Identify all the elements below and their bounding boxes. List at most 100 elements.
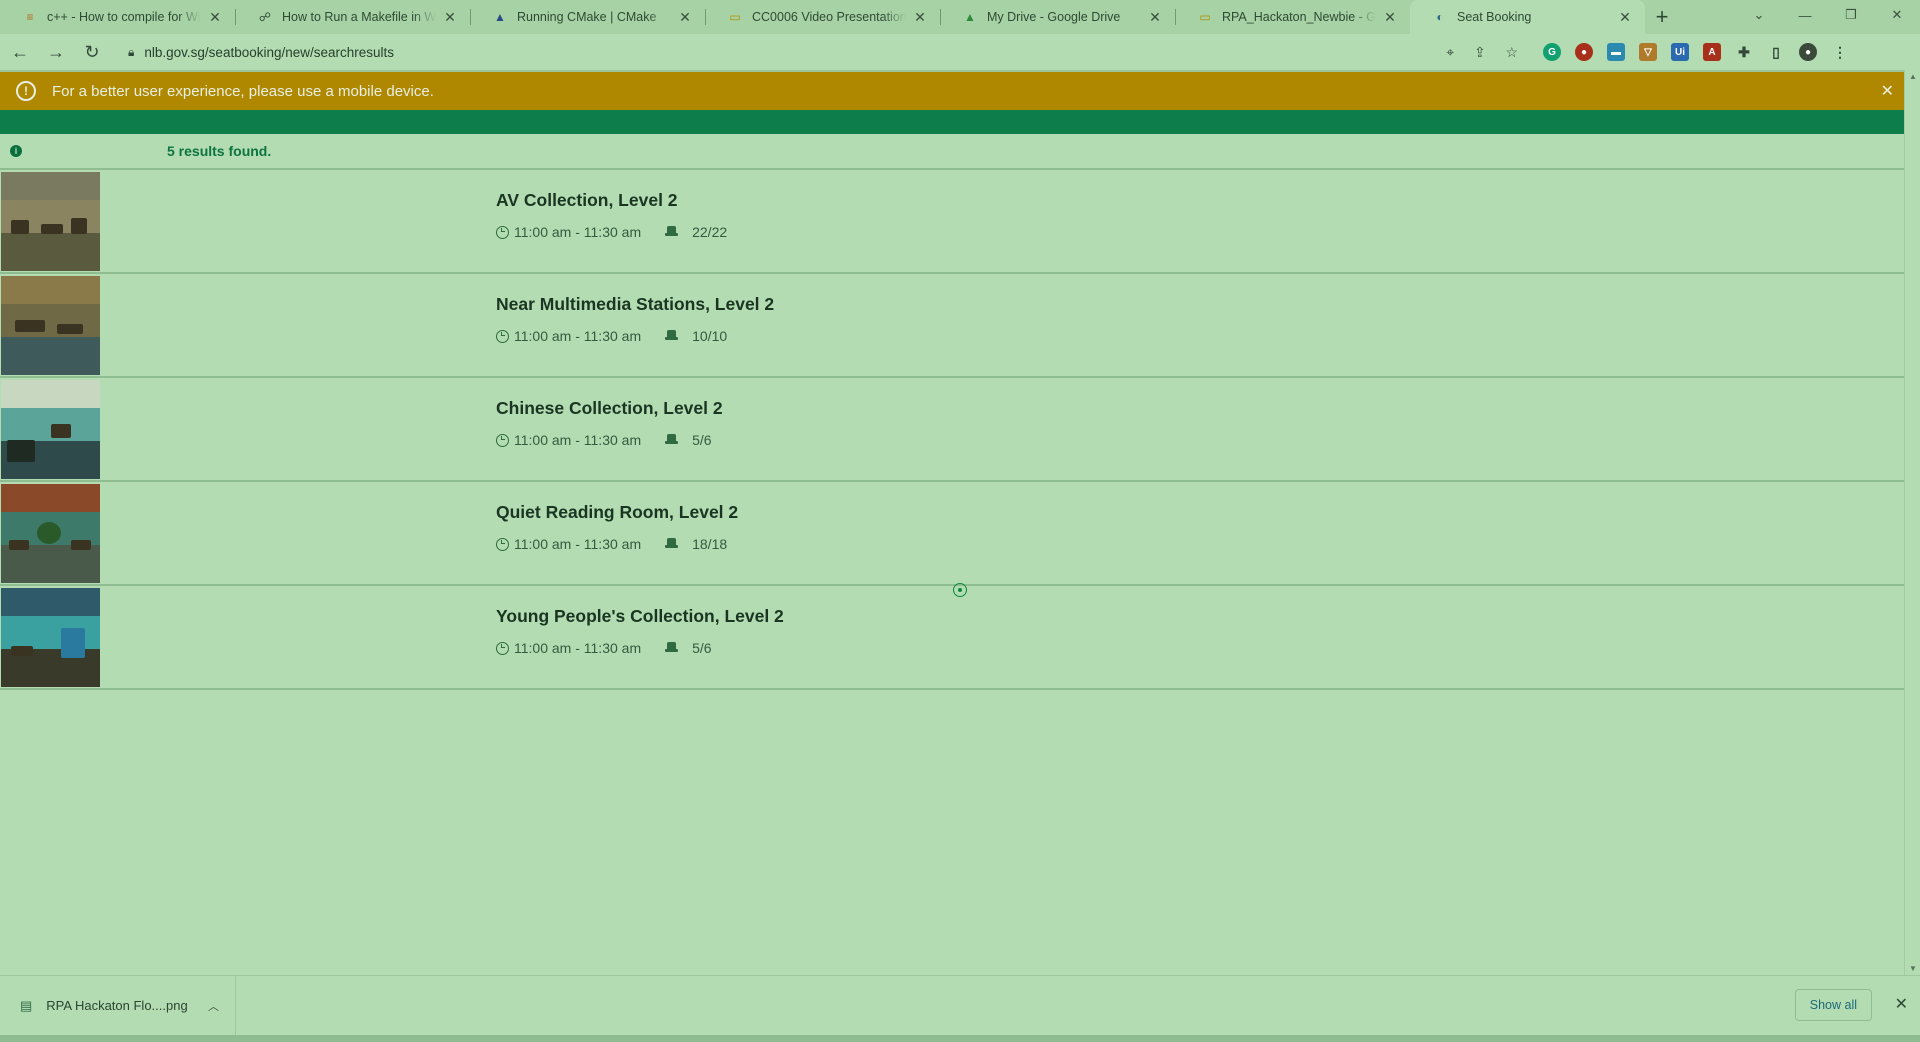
tab-close-icon[interactable]: ✕: [1617, 9, 1633, 25]
clock-icon: [496, 329, 509, 343]
tab-title: c++ - How to compile for Windo: [47, 10, 201, 24]
show-all-button[interactable]: Show all: [1794, 989, 1872, 1021]
close-window-button[interactable]: ✕: [1874, 7, 1920, 23]
tab-item[interactable]: ≡ c++ - How to compile for Windo ✕: [0, 0, 235, 34]
scroll-up-icon[interactable]: ▲: [1909, 72, 1917, 81]
restore-button[interactable]: ❐: [1828, 7, 1874, 23]
uipath-extension-icon[interactable]: Ui: [1671, 43, 1689, 61]
mobile-notice-banner: ! For a better user experience, please u…: [0, 70, 1904, 110]
seat-availability: 22/22: [692, 224, 728, 240]
drive-icon: ▲: [964, 10, 976, 24]
bookmark-star-icon[interactable]: ☆: [1505, 44, 1518, 60]
stackoverflow-icon: ≡: [26, 10, 34, 24]
location-title[interactable]: Near Multimedia Stations, Level 2: [496, 294, 774, 315]
time-slot: 11:00 am - 11:30 am: [514, 224, 642, 240]
tab-title: CC0006 Video Presentation - Go: [752, 10, 906, 24]
tab-close-icon[interactable]: ✕: [442, 9, 458, 25]
results-summary-bar: i 5 results found.: [0, 134, 1904, 170]
seat-availability: 5/6: [692, 640, 712, 656]
location-photo: [1, 276, 100, 375]
browser-toolbar: ← → ↻ 🔒︎ nlb.gov.sg/seatbooking/new/sear…: [0, 34, 1920, 70]
result-item[interactable]: Near Multimedia Stations, Level 2 11:00 …: [0, 274, 1904, 378]
result-item[interactable]: Quiet Reading Room, Level 2 11:00 am - 1…: [0, 482, 1904, 586]
location-photo: [1, 588, 100, 687]
tab-item-active[interactable]: ◐ Seat Booking ✕: [1410, 0, 1645, 34]
puzzle-icon[interactable]: ✚: [1735, 43, 1753, 61]
location-title[interactable]: Chinese Collection, Level 2: [496, 398, 723, 419]
info-icon: i: [10, 145, 22, 157]
menu-kebab-icon[interactable]: ⋮: [1831, 43, 1849, 61]
chevron-up-icon[interactable]: ︿: [208, 998, 219, 1014]
results-count: 5 results found.: [167, 143, 272, 159]
seat-availability: 5/6: [692, 432, 712, 448]
pdf-extension-icon[interactable]: A: [1703, 43, 1721, 61]
header-bar: [0, 110, 1904, 134]
time-slot: 11:00 am - 11:30 am: [514, 536, 642, 552]
tab-item[interactable]: ▲ My Drive - Google Drive ✕: [940, 0, 1175, 34]
seat-icon: [665, 434, 679, 446]
result-item[interactable]: Young People's Collection, Level 2 11:00…: [0, 586, 1904, 690]
result-meta: 11:00 am - 11:30 am 18/18: [496, 536, 727, 552]
grammarly-extension-icon[interactable]: G: [1543, 43, 1561, 61]
screen-extension-icon[interactable]: ▬: [1607, 43, 1625, 61]
clock-icon: [496, 433, 509, 447]
address-bar[interactable]: 🔒︎ nlb.gov.sg/seatbooking/new/searchresu…: [118, 38, 1528, 66]
close-icon[interactable]: ✕: [1895, 994, 1908, 1014]
tab-close-icon[interactable]: ✕: [677, 9, 693, 25]
location-photo: [1, 172, 100, 271]
tab-close-icon[interactable]: ✕: [912, 9, 928, 25]
download-shelf: ▤ RPA Hackaton Flo....png ︿ Show all ✕: [0, 975, 1920, 1036]
tab-title: My Drive - Google Drive: [987, 10, 1121, 24]
page-scrollbar[interactable]: ▲ ▼: [1904, 70, 1920, 975]
scroll-down-icon[interactable]: ▼: [1909, 964, 1917, 973]
close-icon[interactable]: ✕: [1881, 81, 1894, 101]
profile-avatar[interactable]: ●: [1799, 43, 1817, 61]
result-item[interactable]: AV Collection, Level 2 11:00 am - 11:30 …: [0, 170, 1904, 274]
tab-item[interactable]: ▲ Running CMake | CMake ✕: [470, 0, 705, 34]
lock-icon[interactable]: 🔒︎: [128, 45, 134, 60]
result-meta: 11:00 am - 11:30 am 10/10: [496, 328, 727, 344]
location-title[interactable]: Young People's Collection, Level 2: [496, 606, 784, 627]
tab-item[interactable]: ☍ How to Run a Makefile in Windo ✕: [235, 0, 470, 34]
seat-icon: [665, 330, 679, 342]
share-icon[interactable]: ⇪: [1474, 44, 1486, 60]
cursor-crosshair-icon: [953, 583, 967, 597]
location-title[interactable]: Quiet Reading Room, Level 2: [496, 502, 738, 523]
slides-icon: ▭: [1199, 10, 1211, 24]
time-slot: 11:00 am - 11:30 am: [514, 640, 642, 656]
seat-icon: [665, 226, 679, 238]
tab-item[interactable]: ▭ CC0006 Video Presentation - Go ✕: [705, 0, 940, 34]
tab-item[interactable]: ▭ RPA_Hackaton_Newbie - Google ✕: [1175, 0, 1410, 34]
location-photo: [1, 484, 100, 583]
location-title[interactable]: AV Collection, Level 2: [496, 190, 678, 211]
article-icon: ☍: [258, 10, 272, 24]
tab-search-icon[interactable]: ⌄: [1736, 7, 1782, 23]
browser-tab-strip: ≡ c++ - How to compile for Windo ✕ ☍ How…: [0, 0, 1920, 34]
clock-icon: [496, 641, 509, 655]
seat-icon: [665, 538, 679, 550]
tab-close-icon[interactable]: ✕: [1382, 9, 1398, 25]
download-item[interactable]: ▤ RPA Hackaton Flo....png ︿: [0, 975, 236, 1036]
back-button[interactable]: ←: [4, 36, 36, 68]
location-icon[interactable]: ⌖: [1446, 44, 1454, 60]
url-text: nlb.gov.sg/seatbooking/new/searchresults: [144, 44, 395, 60]
extensions-area: G ● ▬ ▽ Ui A ✚ ▯ ● ⋮: [1536, 43, 1856, 61]
forward-button[interactable]: →: [40, 36, 72, 68]
reload-button[interactable]: ↻: [76, 36, 108, 68]
minimize-button[interactable]: —: [1782, 8, 1828, 23]
nlb-icon: ◐: [1436, 10, 1444, 24]
results-list: AV Collection, Level 2 11:00 am - 11:30 …: [0, 170, 1904, 690]
tab-close-icon[interactable]: ✕: [1147, 9, 1163, 25]
tab-title: Seat Booking: [1457, 10, 1532, 24]
side-panel-icon[interactable]: ▯: [1767, 43, 1785, 61]
adblock-extension-icon[interactable]: ●: [1575, 43, 1593, 61]
new-tab-button[interactable]: +: [1645, 0, 1679, 34]
seat-icon: [665, 642, 679, 654]
result-item[interactable]: Chinese Collection, Level 2 11:00 am - 1…: [0, 378, 1904, 482]
slides-icon: ▭: [729, 10, 741, 24]
tab-title: Running CMake | CMake: [517, 10, 657, 24]
alert-icon: !: [16, 81, 36, 101]
extension-icon[interactable]: ▽: [1639, 43, 1657, 61]
tab-close-icon[interactable]: ✕: [207, 9, 223, 25]
result-meta: 11:00 am - 11:30 am 5/6: [496, 432, 712, 448]
